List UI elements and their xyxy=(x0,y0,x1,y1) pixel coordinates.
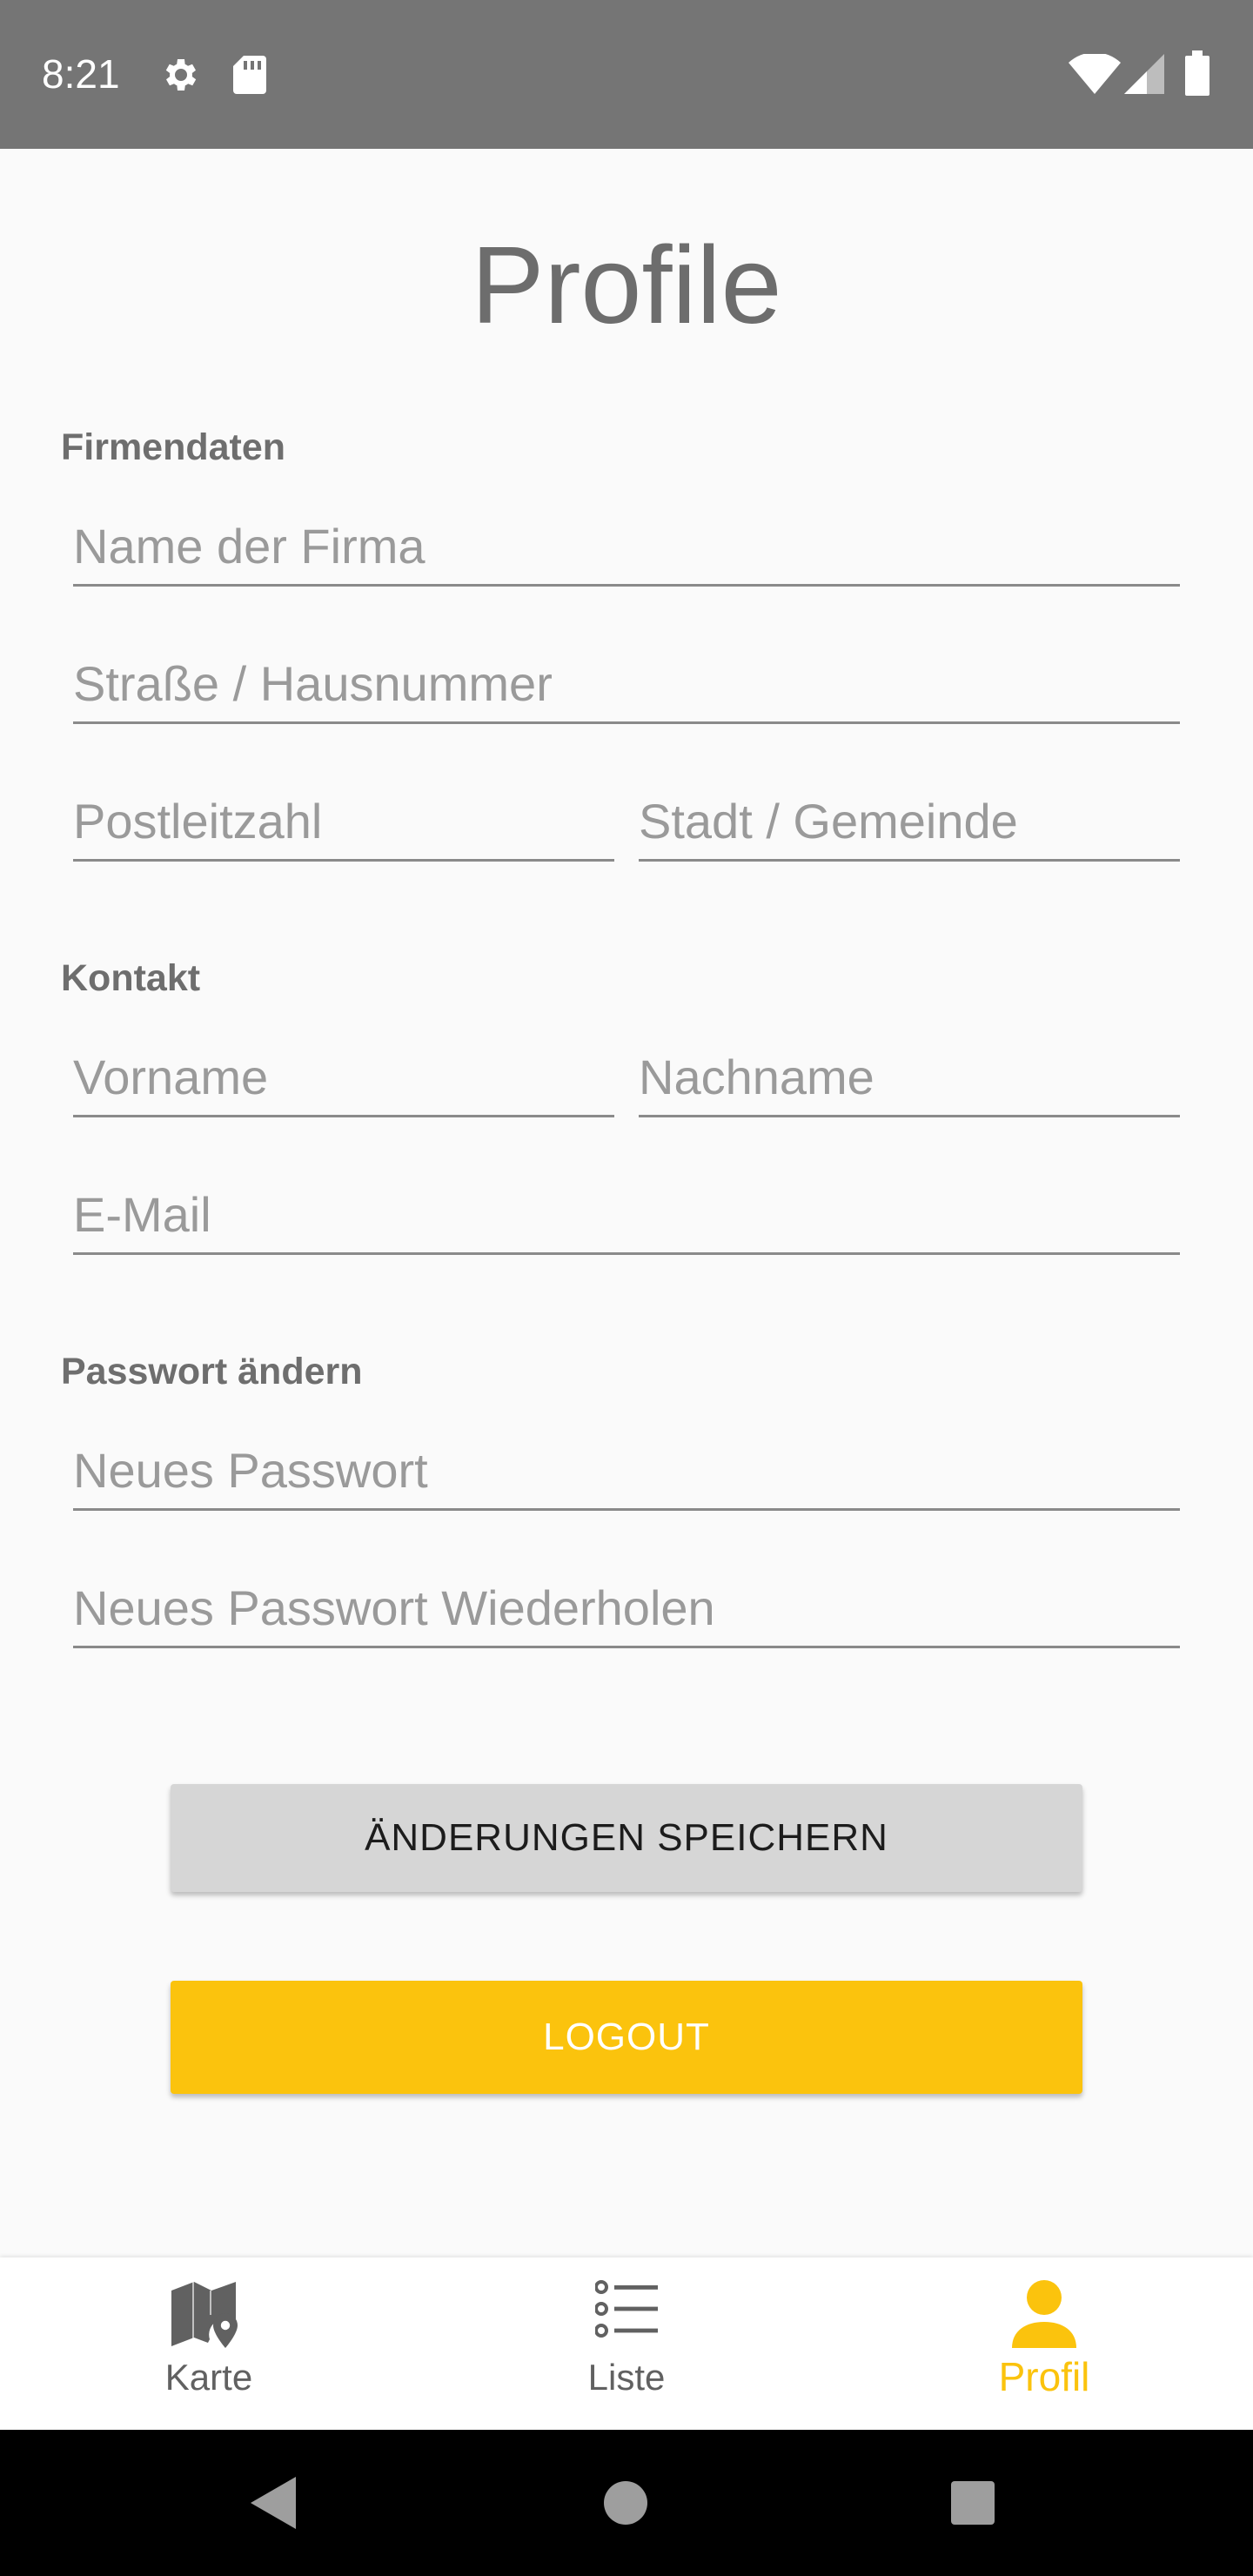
sd-card-icon xyxy=(233,56,266,94)
battery-icon xyxy=(1185,50,1209,96)
section-label-company: Firmendaten xyxy=(61,426,286,468)
bottom-nav: Karte Liste Profil xyxy=(0,2257,1253,2430)
street-input[interactable] xyxy=(73,646,1180,721)
nav-label-profil: Profil xyxy=(998,2354,1090,2399)
street-field[interactable] xyxy=(73,646,1180,724)
new-password-input[interactable] xyxy=(73,1432,1180,1508)
back-icon[interactable] xyxy=(251,2477,296,2529)
first-name-field[interactable] xyxy=(73,1039,614,1117)
new-password-field[interactable] xyxy=(73,1432,1180,1511)
person-icon xyxy=(1012,2280,1076,2348)
repeat-password-field[interactable] xyxy=(73,1570,1180,1648)
zip-field[interactable] xyxy=(73,783,614,862)
settings-gear-icon xyxy=(165,59,197,91)
cell-signal-icon xyxy=(1124,54,1164,94)
page-title: Profile xyxy=(471,224,782,346)
nav-label-karte: Karte xyxy=(164,2357,253,2398)
city-field[interactable] xyxy=(639,783,1180,862)
map-pin-icon xyxy=(171,2282,238,2348)
last-name-field[interactable] xyxy=(639,1039,1180,1117)
zip-input[interactable] xyxy=(73,783,614,859)
section-label-password: Passwort ändern xyxy=(61,1351,363,1392)
company-name-field[interactable] xyxy=(73,508,1180,587)
list-icon xyxy=(595,2280,658,2338)
status-bar: 8:21 xyxy=(0,0,1253,149)
system-nav-bar xyxy=(0,2430,1253,2576)
wifi-icon xyxy=(1069,54,1121,94)
logout-button[interactable]: LOGOUT xyxy=(171,1981,1082,2094)
nav-label-liste: Liste xyxy=(587,2357,666,2398)
email-field[interactable] xyxy=(73,1177,1180,1255)
nav-item-karte[interactable]: Karte xyxy=(0,2257,418,2430)
recents-icon[interactable] xyxy=(951,2481,995,2525)
repeat-password-input[interactable] xyxy=(73,1570,1180,1646)
status-time: 8:21 xyxy=(42,51,120,97)
nav-item-profil[interactable]: Profil xyxy=(835,2257,1253,2430)
nav-item-liste[interactable]: Liste xyxy=(418,2257,835,2430)
company-name-input[interactable] xyxy=(73,508,1180,584)
last-name-input[interactable] xyxy=(639,1039,1180,1115)
email-input[interactable] xyxy=(73,1177,1180,1252)
first-name-input[interactable] xyxy=(73,1039,614,1115)
home-icon[interactable] xyxy=(604,2481,647,2525)
section-label-contact: Kontakt xyxy=(61,957,201,999)
city-input[interactable] xyxy=(639,783,1180,859)
save-changes-button[interactable]: ÄNDERUNGEN SPEICHERN xyxy=(171,1784,1082,1892)
